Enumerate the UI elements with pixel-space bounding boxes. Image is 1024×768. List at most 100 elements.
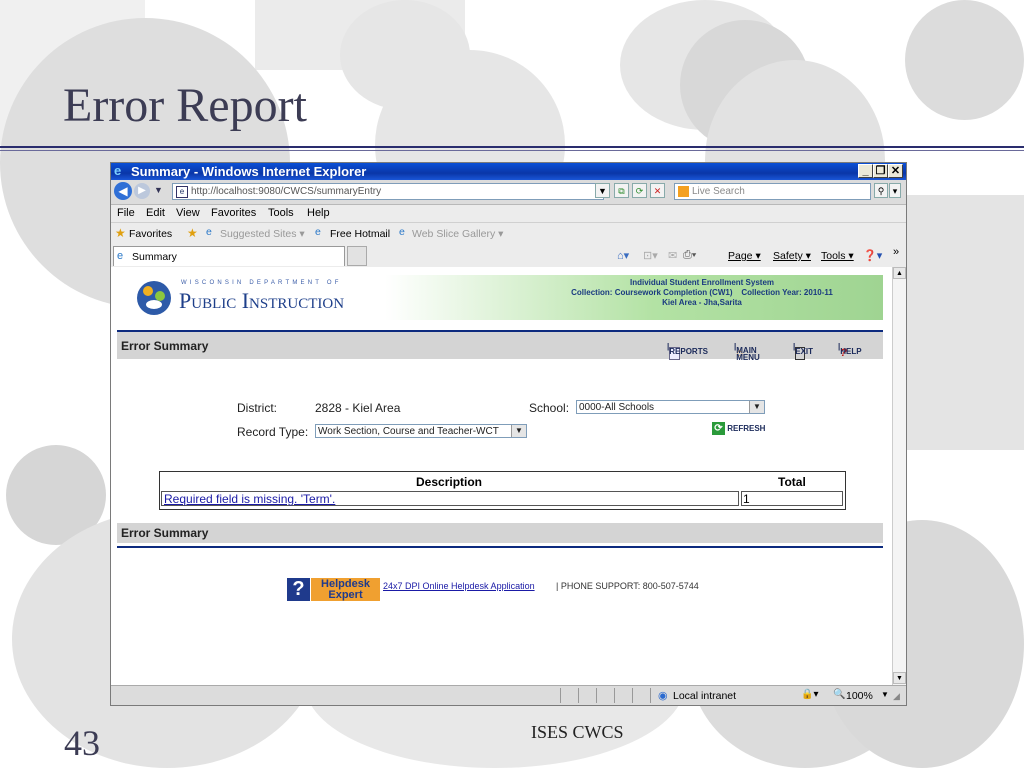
free-hotmail-link[interactable]: Free Hotmail: [330, 228, 390, 240]
intranet-icon: ◉: [658, 690, 668, 702]
minimize-button[interactable]: _: [858, 164, 873, 178]
logo-title: Public Instruction: [179, 288, 345, 313]
section-header: Error Summary | REPORTS | ⌂ MAIN MENU | …: [117, 330, 883, 362]
vertical-scrollbar[interactable]: ▲ ▼: [892, 267, 906, 685]
refresh-label: REFRESH: [727, 424, 766, 433]
error-description-link[interactable]: Required field is missing. 'Term'.: [164, 492, 335, 506]
search-icon[interactable]: ⚲: [874, 183, 888, 198]
phone-support: | PHONE SUPPORT: 800-507-5744: [556, 581, 699, 591]
new-tab-button[interactable]: [347, 246, 367, 266]
main-menu-button[interactable]: | ⌂ MAIN MENU: [734, 342, 760, 362]
zoom-level[interactable]: 100%: [846, 690, 873, 702]
column-header-total: Total: [778, 475, 806, 489]
page-content: WISCONSIN DEPARTMENT OF Public Instructi…: [111, 267, 892, 685]
suggested-sites-link[interactable]: Suggested Sites ▾: [220, 228, 305, 240]
district-label: District:: [237, 401, 277, 415]
add-favorites-icon[interactable]: ★: [187, 226, 198, 240]
menu-view[interactable]: View: [176, 207, 200, 219]
ie-icon: e: [114, 163, 122, 178]
menu-edit[interactable]: Edit: [146, 207, 165, 219]
help-label: HELP: [840, 347, 862, 356]
record-type-selected: Work Section, Course and Teacher-WCT: [318, 426, 499, 437]
zone-label: Local intranet: [673, 690, 737, 702]
print-icon[interactable]: ⎙▾: [683, 249, 696, 262]
search-input[interactable]: Live Search: [674, 183, 871, 200]
main-menu-label: MAIN MENU: [736, 346, 760, 362]
title-rule: [0, 146, 1024, 148]
menu-bar: File Edit View Favorites Tools Help: [111, 205, 906, 223]
chevron-more-icon[interactable]: »: [893, 246, 899, 258]
address-dropdown-button[interactable]: ▼: [595, 183, 610, 198]
favorites-button[interactable]: Favorites: [129, 228, 172, 240]
feeds-icon[interactable]: ⊡▾: [643, 249, 658, 262]
compatibility-icon[interactable]: ⧉: [614, 183, 629, 198]
help-button[interactable]: | ? HELP: [838, 342, 862, 359]
menu-tools[interactable]: Tools: [268, 207, 294, 219]
helpdesk-expert-logo[interactable]: ? Helpdesk Expert: [287, 578, 380, 601]
slide-title: Error Report: [63, 79, 307, 132]
section-title: Error Summary: [121, 339, 209, 353]
zoom-dropdown-icon[interactable]: ▼: [881, 690, 889, 699]
close-button[interactable]: ✕: [888, 164, 903, 178]
status-panes: [543, 688, 653, 703]
window-titlebar: e Summary - Windows Internet Explorer _ …: [111, 163, 906, 180]
live-search-icon: [678, 186, 689, 197]
tab-summary[interactable]: e Summary: [113, 246, 345, 266]
section-title-bottom: Error Summary: [121, 526, 209, 540]
helpdesk-badge: Helpdesk Expert: [311, 578, 380, 601]
tools-menu[interactable]: Tools ▾: [821, 250, 854, 262]
record-type-select[interactable]: Work Section, Course and Teacher-WCT ▼: [315, 424, 527, 438]
school-label: School:: [529, 401, 570, 415]
protected-mode-icon[interactable]: 🔒▾: [801, 689, 818, 700]
column-header-description: Description: [416, 475, 483, 489]
refresh-button[interactable]: ⟳ REFRESH: [712, 422, 765, 435]
collection-year: Collection Year: 2010-11: [741, 288, 833, 297]
system-name: Individual Student Enrollment System: [629, 278, 775, 287]
exit-button[interactable]: | EXIT: [793, 342, 813, 360]
address-field[interactable]: e http://localhost:9080/CWCS/summaryEntry: [172, 183, 604, 200]
ie-icon: e: [315, 226, 321, 238]
menu-file[interactable]: File: [117, 207, 135, 219]
refresh-icon[interactable]: ⟳: [632, 183, 647, 198]
helpdesk-link[interactable]: 24x7 DPI Online Helpdesk Application: [383, 581, 535, 591]
slide-footer: ISES CWCS: [531, 722, 624, 742]
read-mail-icon[interactable]: ✉: [668, 249, 677, 262]
record-type-label: Record Type:: [237, 425, 309, 439]
question-icon: ?: [287, 578, 310, 601]
resize-grip-icon[interactable]: ◢: [893, 691, 900, 702]
history-dropdown-icon[interactable]: ▼: [154, 185, 163, 195]
table-row: Required field is missing. 'Term'.: [161, 491, 739, 506]
scroll-down-button[interactable]: ▼: [893, 672, 906, 684]
browser-window: e Summary - Windows Internet Explorer _ …: [110, 162, 907, 706]
school-selected: 0000-All Schools: [579, 402, 655, 413]
search-placeholder: Live Search: [692, 186, 745, 197]
total-cell: 1: [741, 491, 843, 506]
address-bar-row: ◀ ▶ ▼ e http://localhost:9080/CWCS/summar…: [111, 180, 906, 205]
collection-name: Collection: Coursework Completion (CW1): [571, 288, 733, 297]
safety-menu[interactable]: Safety ▾: [773, 250, 811, 262]
favorites-star-icon: ★: [115, 226, 126, 240]
chevron-down-icon: ▼: [749, 401, 764, 413]
menu-favorites[interactable]: Favorites: [211, 207, 256, 219]
title-rule: [0, 150, 1024, 151]
restore-button[interactable]: ❐: [873, 164, 888, 178]
reports-button[interactable]: | REPORTS: [667, 342, 708, 360]
favorites-bar: ★ Favorites ★ e Suggested Sites ▾ e Free…: [111, 223, 906, 245]
forward-button[interactable]: ▶: [134, 183, 150, 199]
reports-label: REPORTS: [669, 347, 708, 356]
web-slice-gallery-link[interactable]: Web Slice Gallery ▾: [412, 228, 503, 240]
dpi-logo-icon: [137, 281, 171, 315]
menu-help[interactable]: Help: [307, 207, 330, 219]
home-icon[interactable]: ⌂▾: [617, 249, 629, 262]
window-title: Summary - Windows Internet Explorer: [131, 164, 367, 179]
page-menu[interactable]: Page ▾: [728, 250, 761, 262]
stop-icon[interactable]: ✕: [650, 183, 665, 198]
back-button[interactable]: ◀: [114, 182, 132, 200]
slide-number: 43: [64, 723, 100, 763]
school-select[interactable]: 0000-All Schools ▼: [576, 400, 765, 414]
search-options-icon[interactable]: ▾: [889, 183, 901, 198]
scroll-up-button[interactable]: ▲: [893, 267, 906, 279]
exit-label: EXIT: [795, 347, 814, 356]
ie-icon: e: [206, 226, 212, 238]
help-icon[interactable]: ❓▾: [863, 249, 882, 262]
